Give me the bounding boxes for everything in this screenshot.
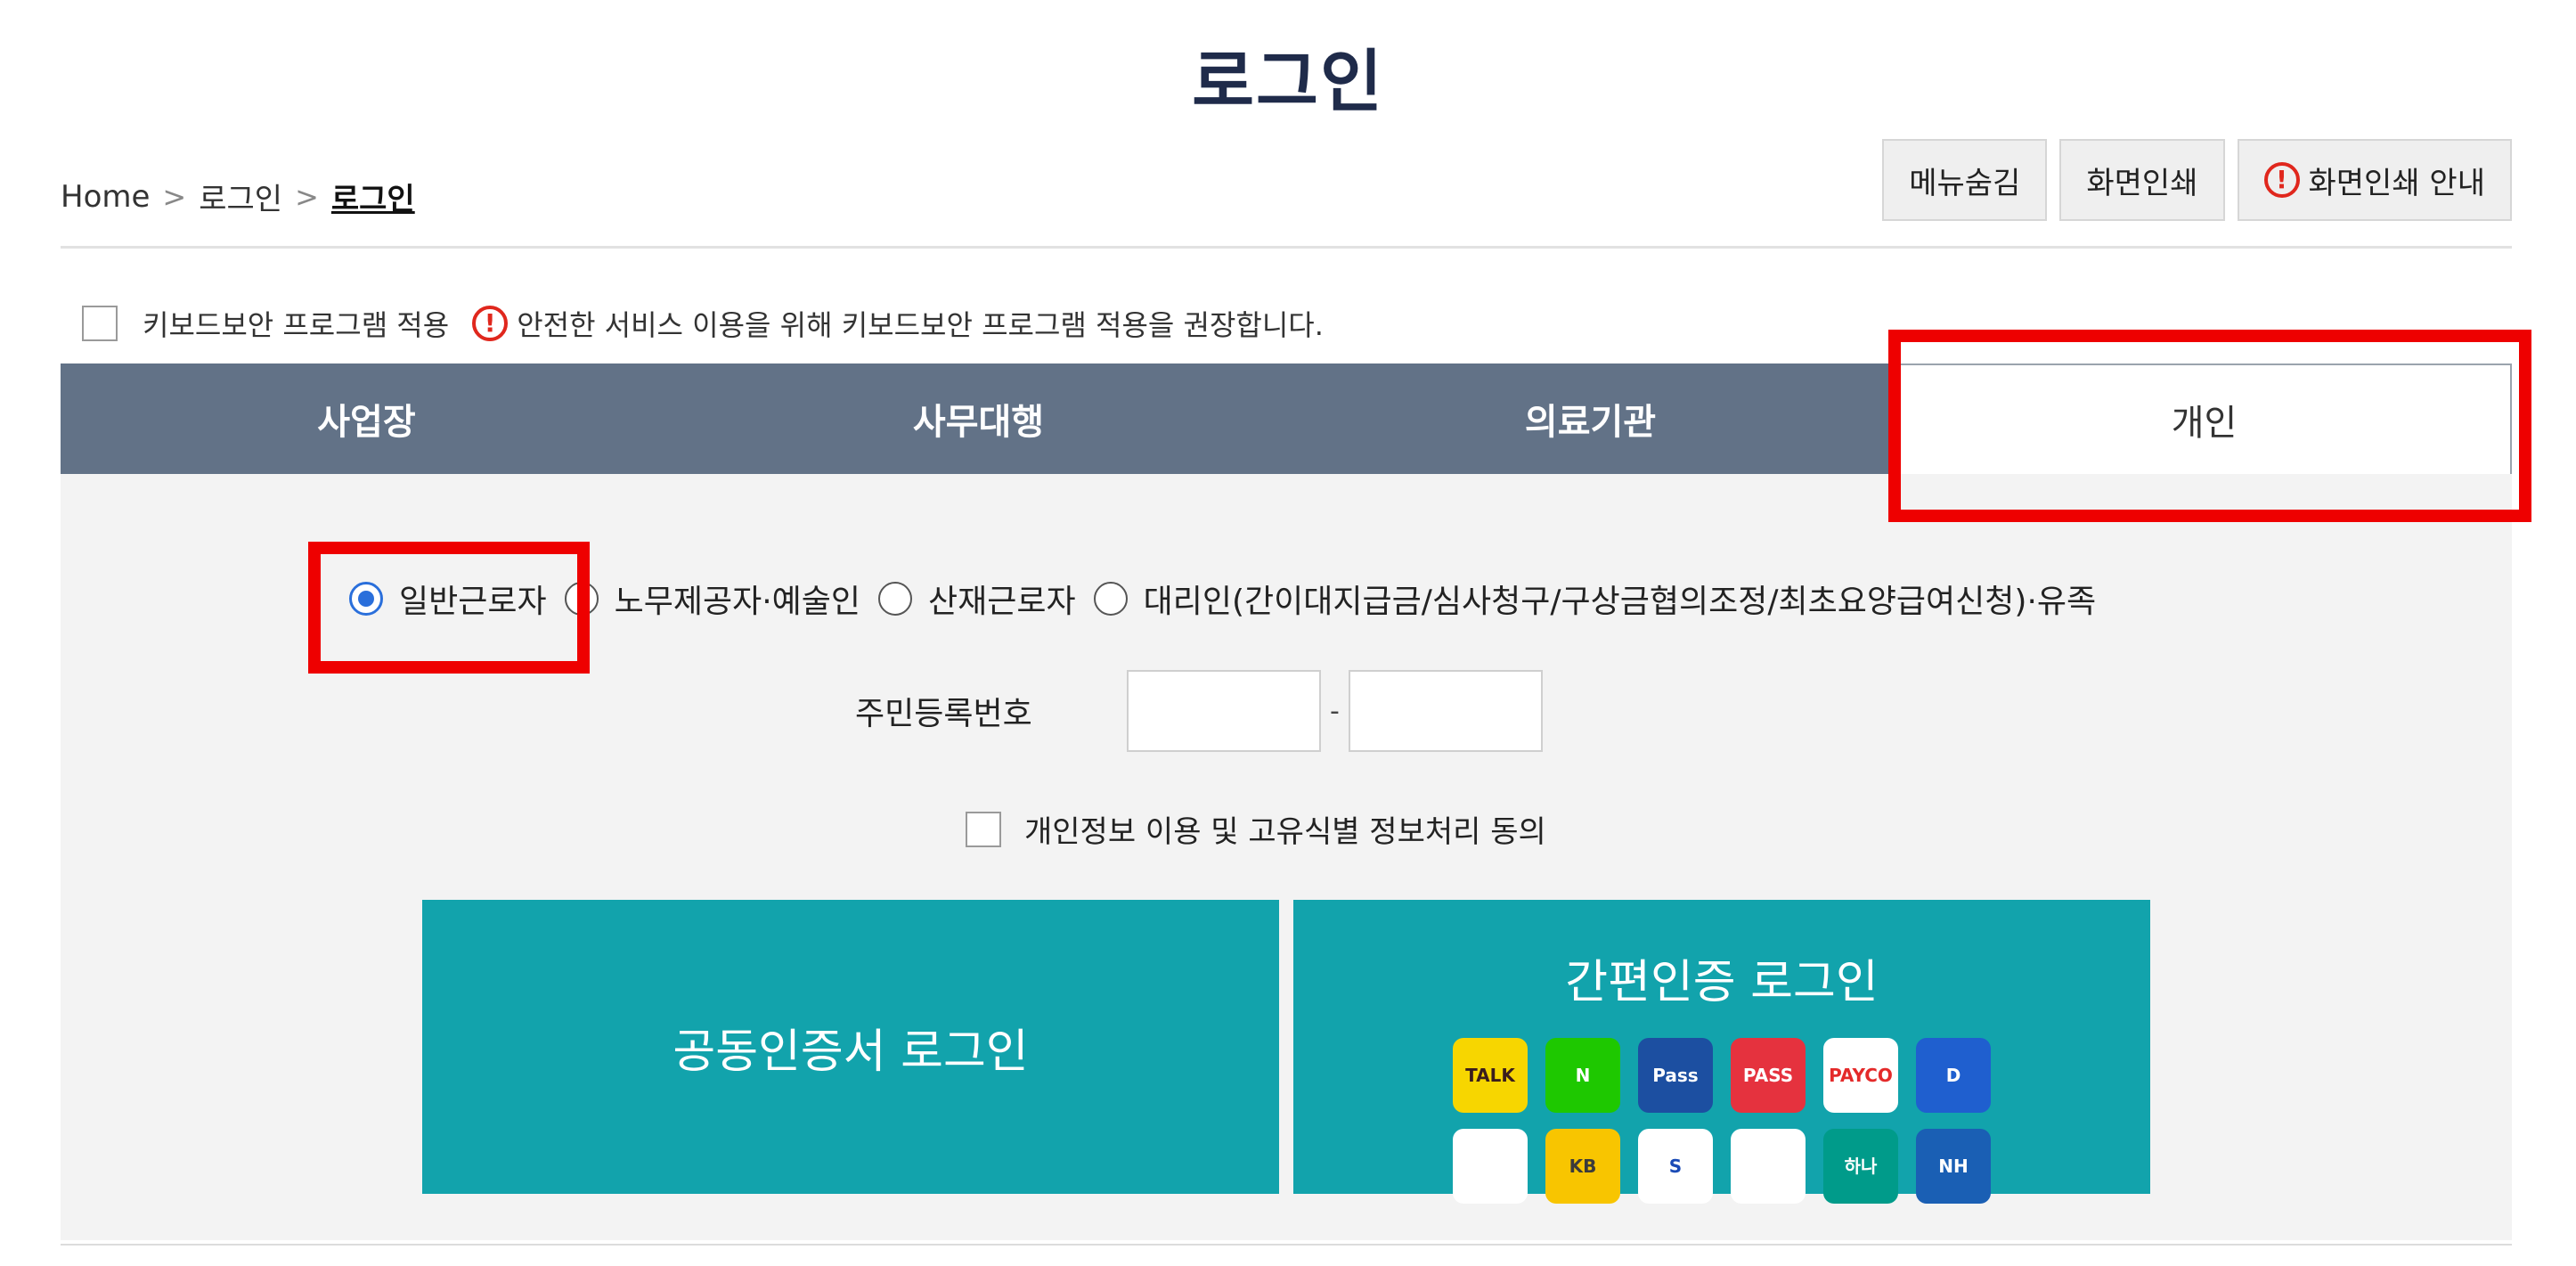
rrn-back-input[interactable] (1348, 670, 1543, 752)
hide-menu-button[interactable]: 메뉴숨김 (1882, 139, 2048, 221)
kb-bank-icon[interactable]: KB (1545, 1129, 1620, 1204)
kakaotalk-icon[interactable]: TALK (1453, 1038, 1528, 1113)
radio-label: 산재근로자 (928, 584, 1076, 620)
tab-business[interactable]: 사업장 (61, 363, 673, 474)
rrn-row: 주민등록번호 - (855, 670, 1543, 752)
certificate-login-button[interactable]: 공동인증서 로그인 (422, 900, 1279, 1194)
hana-bank-icon[interactable]: 하나 (1823, 1129, 1898, 1204)
radio-button[interactable] (564, 582, 599, 616)
breadcrumb-current[interactable]: 로그인 (331, 175, 415, 218)
shinhan-bank-icon[interactable]: S (1638, 1129, 1713, 1204)
login-type-tabs: 사업장 사무대행 의료기관 개인 (61, 363, 2512, 474)
breadcrumb-home[interactable]: Home (61, 179, 150, 215)
certificate-login-label: 공동인증서 로그인 (673, 1025, 1029, 1079)
rrn-separator: - (1330, 695, 1340, 727)
pass-icon[interactable]: PASS (1731, 1038, 1806, 1113)
breadcrumb: Home > 로그인 > 로그인 (61, 175, 415, 218)
print-info-button[interactable]: ! 화면인쇄 안내 (2237, 139, 2512, 221)
radio-general-worker[interactable]: 일반근로자 (349, 576, 547, 622)
top-buttons: 메뉴숨김 화면인쇄 ! 화면인쇄 안내 (1882, 139, 2512, 221)
divider (61, 246, 2512, 249)
payco-icon[interactable]: PAYCO (1823, 1038, 1898, 1113)
tab-agency[interactable]: 사무대행 (673, 363, 1284, 474)
breadcrumb-login-parent[interactable]: 로그인 (199, 175, 282, 218)
tab-medical[interactable]: 의료기관 (1284, 363, 1896, 474)
radio-button[interactable] (878, 582, 913, 616)
radio-agent[interactable]: 대리인(간이대지급금/심사청구/구상금협의조정/최초요양급여신청)·유족 (1093, 576, 2097, 622)
consent-checkbox[interactable] (966, 811, 1001, 847)
rrn-front-input[interactable] (1127, 670, 1321, 752)
radio-industrial-accident-worker[interactable]: 산재근로자 (878, 576, 1076, 622)
radio-button[interactable] (349, 582, 383, 616)
samsung-pass-icon[interactable]: Pass (1638, 1038, 1713, 1113)
naver-icon[interactable]: N (1545, 1038, 1620, 1113)
print-button[interactable]: 화면인쇄 (2059, 139, 2225, 221)
consent-row: 개인정보 이용 및 고유식별 정보처리 동의 (966, 807, 1546, 851)
radio-button[interactable] (1093, 582, 1128, 616)
breadcrumb-separator: > (295, 179, 319, 214)
keyboard-security-label: 키보드보안 프로그램 적용 (143, 308, 450, 342)
digital-id-icon[interactable]: D (1916, 1038, 1991, 1113)
print-info-label: 화면인쇄 안내 (2308, 165, 2486, 201)
warning-icon: ! (472, 306, 509, 341)
auth-provider-grid: TALK N Pass PASS PAYCO D KB S 하나 NH (1453, 1038, 1991, 1204)
keyboard-security-notice: 안전한 서비스 이용을 위해 키보드보안 프로그램 적용을 권장합니다. (517, 308, 1324, 342)
keyboard-security-checkbox[interactable] (82, 306, 118, 341)
consent-label: 개인정보 이용 및 고유식별 정보처리 동의 (1024, 814, 1546, 850)
rrn-label: 주민등록번호 (855, 696, 1032, 732)
keyboard-security-row: 키보드보안 프로그램 적용 ! 안전한 서비스 이용을 위해 키보드보안 프로그… (82, 303, 1324, 344)
user-type-radio-group: 일반근로자 노무제공자·예술인 산재근로자 대리인(간이대지급금/심사청구/구상… (349, 576, 2114, 622)
page-title: 로그인 (1192, 42, 1384, 121)
warning-icon: ! (2263, 162, 2300, 198)
radio-label: 노무제공자·예술인 (614, 584, 861, 620)
smile-cert-icon[interactable] (1731, 1129, 1806, 1204)
radio-label: 대리인(간이대지급금/심사청구/구상금협의조정/최초요양급여신청)·유족 (1143, 584, 2097, 620)
divider (61, 1244, 2512, 1246)
simple-auth-login-button[interactable]: 간편인증 로그인 TALK N Pass PASS PAYCO D KB S 하나 NH (1293, 900, 2150, 1204)
tab-individual[interactable]: 개인 (1896, 363, 2512, 474)
radio-labor-provider[interactable]: 노무제공자·예술인 (564, 576, 861, 622)
breadcrumb-separator: > (162, 179, 187, 214)
nh-bank-icon[interactable]: NH (1916, 1129, 1991, 1204)
simple-auth-login-label: 간편인증 로그인 (1565, 956, 1879, 1009)
toss-icon[interactable] (1453, 1129, 1528, 1204)
radio-label: 일반근로자 (399, 584, 547, 620)
